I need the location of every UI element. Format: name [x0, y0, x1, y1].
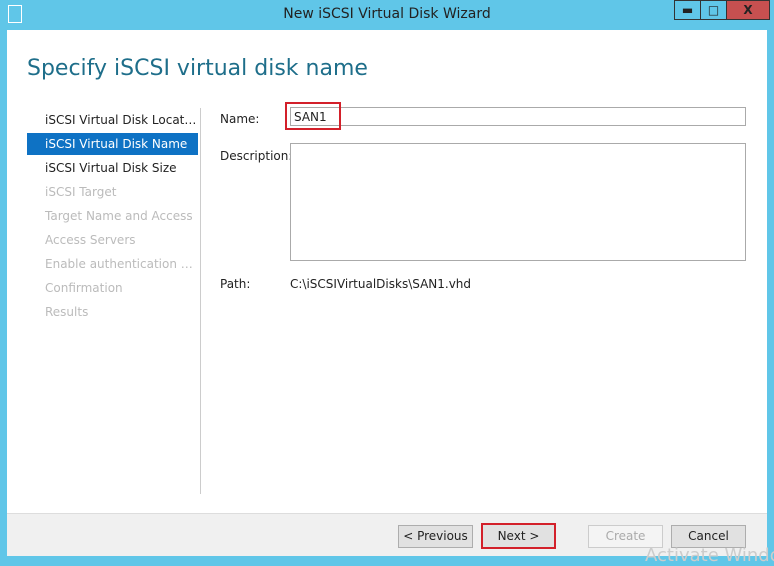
previous-button[interactable]: < Previous [398, 525, 473, 548]
close-button[interactable]: X [726, 0, 770, 20]
divider [200, 108, 201, 494]
window-title: New iSCSI Virtual Disk Wizard [283, 6, 491, 22]
maximize-button[interactable]: □ [700, 0, 727, 20]
nav-item-name[interactable]: iSCSI Virtual Disk Name [27, 133, 198, 155]
name-label: Name: [220, 112, 260, 126]
description-input[interactable] [290, 143, 746, 261]
nav-item-results: Results [45, 305, 89, 319]
nav-item-access-servers: Access Servers [45, 233, 136, 247]
nav-item-confirmation: Confirmation [45, 281, 123, 295]
page-title: Specify iSCSI virtual disk name [27, 56, 368, 81]
path-label: Path: [220, 277, 251, 291]
nav-item-size[interactable]: iSCSI Virtual Disk Size [27, 157, 198, 179]
name-highlight [285, 102, 341, 130]
name-input[interactable]: SAN1 [290, 107, 746, 126]
next-button[interactable]: Next > [481, 523, 556, 549]
path-value: C:\iSCSIVirtualDisks\SAN1.vhd [290, 277, 472, 291]
nav-item-authentication: Enable authentication service [45, 257, 198, 271]
activation-watermark: Activate Windows [645, 545, 774, 566]
nav-item-target: iSCSI Target [45, 185, 117, 199]
minimize-button[interactable]: ▬ [674, 0, 701, 20]
nav-item-location[interactable]: iSCSI Virtual Disk Location [27, 109, 198, 131]
nav-item-target-name: Target Name and Access [45, 209, 193, 223]
description-label: Description: [220, 149, 293, 163]
